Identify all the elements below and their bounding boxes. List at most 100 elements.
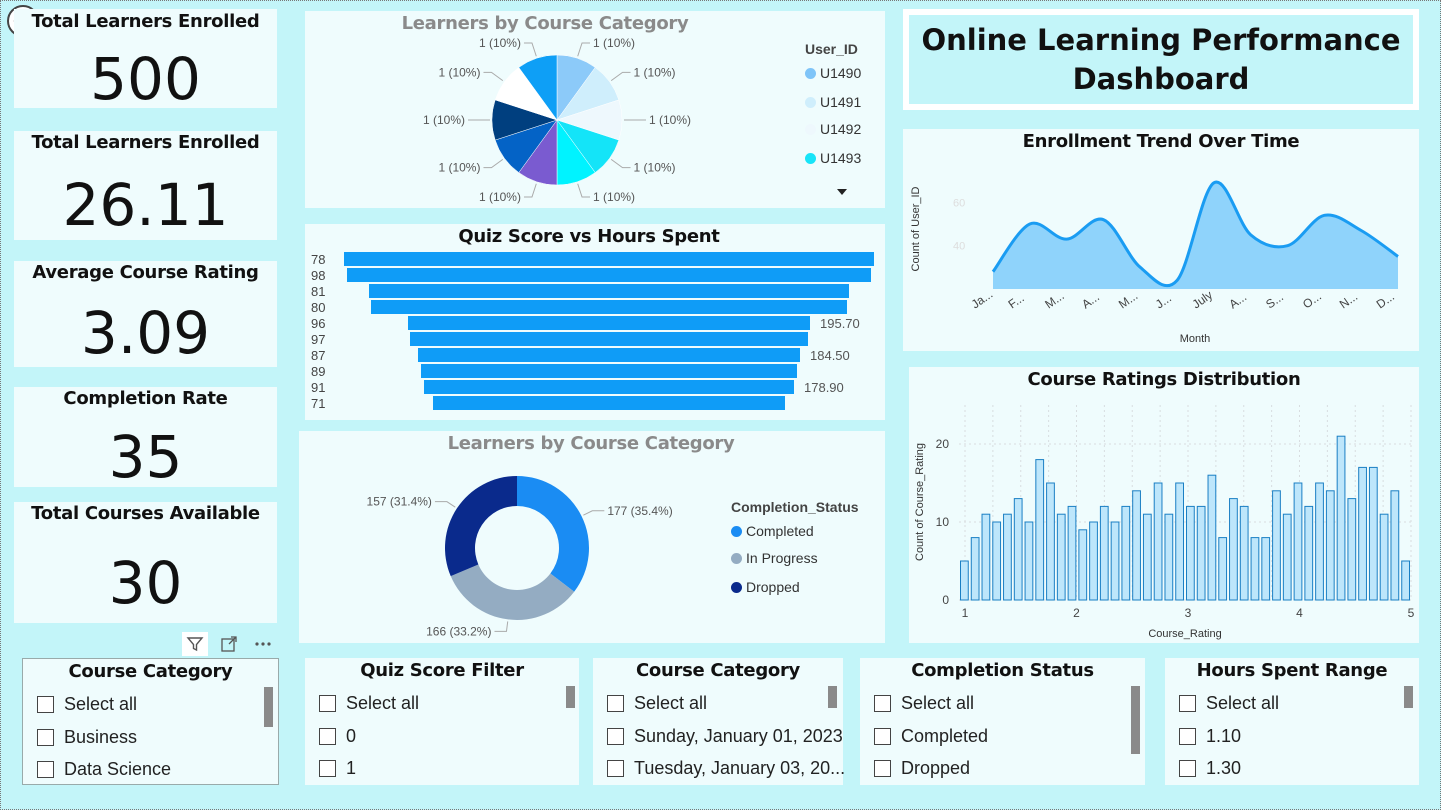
- pie-chart-panel: Learners by Course Category 1 (10%) 1 (10…: [305, 11, 885, 208]
- pie-data-label: 1 (10%): [649, 113, 691, 127]
- ratings-bar: [1110, 521, 1120, 601]
- ratings-bar: [1153, 482, 1163, 601]
- donut-data-label: 166 (33.2%): [426, 624, 491, 638]
- pie-legend-item[interactable]: U1491: [805, 94, 861, 110]
- option-label: 1: [346, 758, 357, 778]
- ratings-x-tick: 1: [962, 606, 969, 620]
- ratings-y-tick: 20: [936, 437, 950, 451]
- funnel-category-label: 98: [311, 268, 325, 283]
- checkbox[interactable]: [37, 761, 54, 778]
- checkbox[interactable]: [607, 728, 624, 745]
- slicer-option[interactable]: Data Science: [37, 759, 171, 780]
- ratings-bar: [1250, 537, 1260, 601]
- kpi-value: 3.09: [80, 299, 211, 367]
- checkbox[interactable]: [37, 729, 54, 746]
- funnel-bar: [371, 300, 847, 314]
- ratings-bar: [1368, 466, 1378, 601]
- donut-legend-item[interactable]: Dropped: [731, 579, 800, 595]
- checkbox[interactable]: [1179, 695, 1196, 712]
- checkbox[interactable]: [1179, 728, 1196, 745]
- legend-dot: [731, 552, 742, 564]
- legend-dot: [805, 152, 816, 164]
- option-label: Completed: [901, 726, 989, 746]
- checkbox[interactable]: [874, 728, 891, 745]
- slicer-option[interactable]: Select all: [607, 693, 707, 714]
- slicer-title: Quiz Score Filter: [360, 660, 524, 681]
- ratings-bar: [1013, 498, 1023, 601]
- ratings-x-tick: 4: [1296, 606, 1303, 620]
- donut-legend-item[interactable]: In Progress: [731, 550, 818, 566]
- ratings-bar: [1196, 505, 1206, 601]
- checkbox[interactable]: [607, 695, 624, 712]
- slicer-completion-status: Completion Status Select all Completed D…: [860, 658, 1145, 785]
- ratings-bar: [1379, 513, 1389, 601]
- slicer-option[interactable]: Select all: [1179, 693, 1279, 714]
- ratings-bar: [1218, 537, 1228, 601]
- donut-legend-title: Completion_Status: [731, 499, 859, 515]
- slicer-option[interactable]: 0: [319, 726, 356, 747]
- slicer-scrollbar[interactable]: [566, 686, 575, 708]
- slicer-title: Course Category: [68, 661, 233, 682]
- option-label: Data Science: [64, 759, 172, 779]
- ratings-bar: [1261, 537, 1271, 601]
- ratings-y-tick: 0: [942, 593, 949, 607]
- option-label: Tuesday, January 03, 20...: [634, 758, 846, 778]
- more-options-button[interactable]: [250, 632, 276, 656]
- pie-legend-item[interactable]: U1492: [805, 121, 861, 137]
- ratings-bar: [960, 560, 969, 601]
- ratings-bar: [981, 513, 991, 601]
- checkbox[interactable]: [319, 695, 336, 712]
- slicer-hours-spent-range: Hours Spent Range Select all 1.10 1.30: [1165, 658, 1419, 785]
- focus-mode-button[interactable]: [216, 632, 242, 656]
- slicer-scrollbar[interactable]: [828, 686, 837, 708]
- slicer-scrollbar[interactable]: [264, 687, 273, 727]
- kpi-value: 500: [90, 45, 201, 113]
- slicer-option[interactable]: Dropped: [874, 758, 970, 779]
- option-label: Dropped: [901, 758, 971, 778]
- slicer-option[interactable]: Business: [37, 727, 137, 748]
- funnel-data-label: 178.90: [804, 380, 844, 395]
- ratings-bar: [1304, 505, 1314, 601]
- checkbox[interactable]: [607, 760, 624, 777]
- ratings-x-tick: 2: [1073, 606, 1080, 620]
- slicer-option[interactable]: Completed: [874, 726, 988, 747]
- checkbox[interactable]: [1179, 760, 1196, 777]
- slicer-option[interactable]: 1: [319, 758, 356, 779]
- legend-scroll-down-icon[interactable]: [837, 189, 847, 195]
- trend-x-tick: O...: [1300, 289, 1324, 312]
- slicer-scrollbar[interactable]: [1131, 686, 1140, 754]
- ratings-x-tick: 5: [1408, 606, 1415, 620]
- trend-x-tick: A...: [1079, 290, 1102, 312]
- trend-x-axis-label: Month: [1180, 333, 1211, 345]
- donut-data-label: 157 (31.4%): [367, 495, 432, 509]
- slicer-option[interactable]: Select all: [37, 694, 137, 715]
- option-label: Sunday, January 01, 2023: [634, 726, 843, 746]
- donut-leader-line: [494, 621, 509, 632]
- filter-icon: [186, 637, 204, 652]
- slicer-option[interactable]: Sunday, January 01, 2023: [607, 726, 843, 747]
- pie-legend-item[interactable]: U1493: [805, 150, 861, 166]
- slicer-option[interactable]: Select all: [319, 693, 419, 714]
- ratings-bar: [1175, 482, 1185, 601]
- checkbox[interactable]: [874, 695, 891, 712]
- ratings-bar: [1078, 529, 1088, 601]
- slicer-option[interactable]: Select all: [874, 693, 974, 714]
- checkbox[interactable]: [874, 760, 891, 777]
- slicer-scrollbar[interactable]: [1404, 686, 1413, 708]
- checkbox[interactable]: [37, 696, 54, 713]
- funnel-category-label: 80: [311, 300, 325, 315]
- funnel-category-label: 96: [311, 316, 325, 331]
- ratings-bar: [1390, 490, 1400, 601]
- slicer-option[interactable]: 1.10: [1179, 726, 1241, 747]
- slicer-option[interactable]: Tuesday, January 03, 20...: [607, 758, 845, 779]
- checkbox[interactable]: [319, 728, 336, 745]
- ratings-bar: [1164, 513, 1174, 601]
- pie-legend-item[interactable]: U1490: [805, 65, 861, 81]
- slicer-option[interactable]: 1.30: [1179, 758, 1241, 779]
- ratings-bar: [1282, 513, 1292, 601]
- checkbox[interactable]: [319, 760, 336, 777]
- filter-button[interactable]: [182, 632, 208, 656]
- trend-x-tick: D...: [1374, 289, 1397, 311]
- kpi-title: Total Learners Enrolled: [31, 132, 260, 153]
- donut-legend-item[interactable]: Completed: [731, 523, 814, 539]
